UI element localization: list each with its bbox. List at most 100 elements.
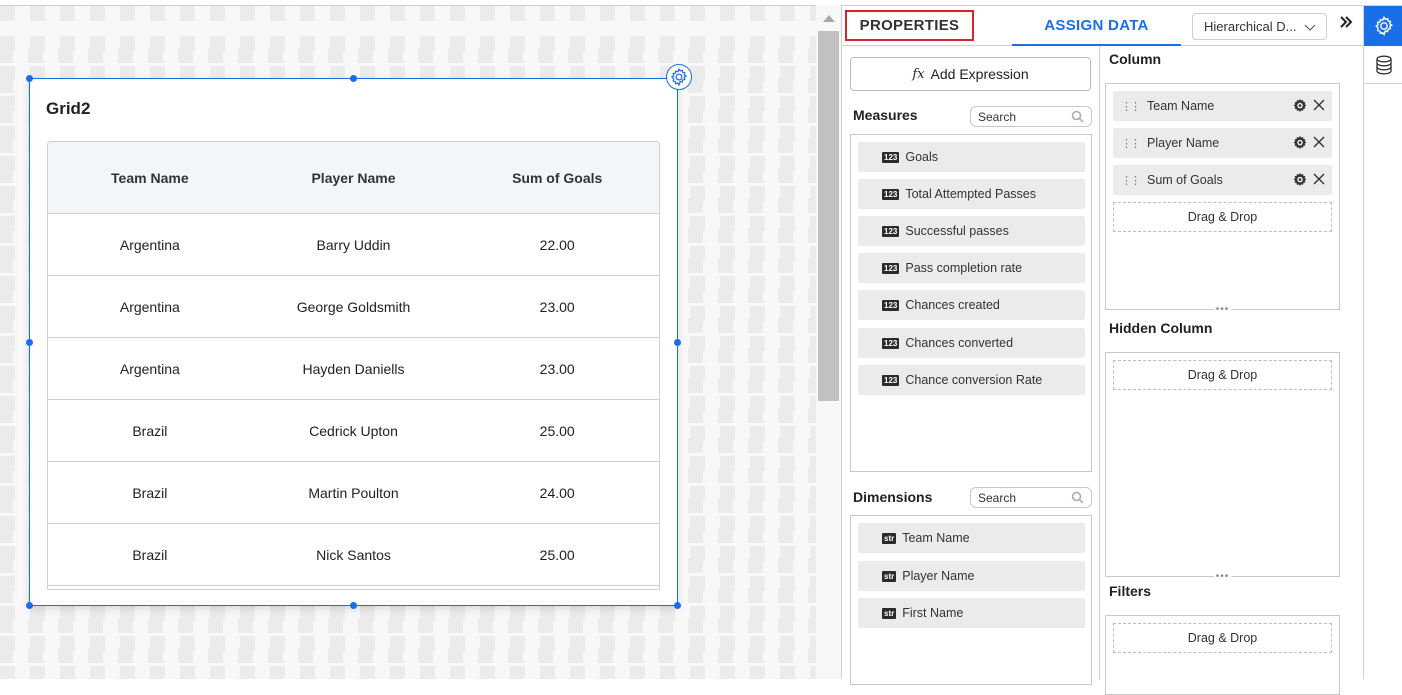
numeric-type-icon: 123: [882, 374, 900, 386]
canvas-grid-tile: [0, 318, 13, 333]
filters-drop-area[interactable]: Drag & Drop: [1105, 615, 1340, 695]
measure-item[interactable]: 123 Successful passes: [858, 216, 1085, 246]
canvas-grid-tile: [748, 348, 763, 363]
resize-handle-icon[interactable]: •••: [1213, 305, 1232, 315]
table-row[interactable]: Argentina George Goldsmith 23.00: [48, 276, 659, 338]
canvas-grid-tile: [88, 648, 103, 663]
canvas-grid-tile: [718, 588, 733, 603]
column-drop-area[interactable]: ⋮⋮ Team Name ⋮⋮ Player Name ⋮⋮ Sum of Go…: [1105, 83, 1340, 315]
resize-handle-top[interactable]: [350, 75, 357, 82]
cell-player: Cedrick Upton: [309, 422, 398, 439]
numeric-type-icon: 123: [882, 262, 900, 274]
measures-search-input[interactable]: Search: [970, 106, 1092, 127]
canvas-grid-tile: [778, 528, 793, 543]
resize-handle-icon[interactable]: •••: [1213, 572, 1232, 582]
canvas-grid-tile: [0, 198, 13, 213]
search-icon: [1071, 491, 1084, 504]
canvas-grid-tile: [718, 258, 733, 273]
column-drag-drop-zone[interactable]: Drag & Drop: [1113, 202, 1332, 232]
expand-panel-button[interactable]: [1339, 15, 1353, 34]
widget-settings-gear-icon[interactable]: [666, 64, 692, 90]
canvas-grid-tile: [688, 438, 703, 453]
data-source-tool-button[interactable]: [1364, 46, 1402, 84]
resize-handle-bottom-left[interactable]: [26, 602, 33, 609]
hidden-column-drag-drop-zone[interactable]: Drag & Drop: [1113, 360, 1332, 390]
resize-handle-top-left[interactable]: [26, 75, 33, 82]
canvas-grid-tile: [808, 318, 816, 333]
resize-handle-left[interactable]: [26, 339, 33, 346]
canvas-grid-tile: [748, 228, 763, 243]
column-settings-gear-icon[interactable]: [1292, 172, 1308, 188]
canvas-scrollbar[interactable]: [816, 5, 841, 679]
measure-item[interactable]: 123 Chance conversion Rate: [858, 365, 1085, 395]
measure-item[interactable]: 123 Chances created: [858, 290, 1085, 320]
canvas-grid-tile: [388, 618, 403, 633]
resize-handle-bottom-right[interactable]: [674, 602, 681, 609]
table-row[interactable]: Brazil Nick Santos 25.00: [48, 524, 659, 586]
canvas-grid-tile: [88, 618, 103, 633]
table-row[interactable]: Brazil Cedrick Upton 25.00: [48, 400, 659, 462]
scrollbar-thumb[interactable]: [818, 31, 839, 401]
measure-item[interactable]: 123 Pass completion rate: [858, 253, 1085, 283]
filters-drag-drop-zone[interactable]: Drag & Drop: [1113, 623, 1332, 653]
table-row[interactable]: Brazil Martin Poulton 24.00: [48, 462, 659, 524]
dimension-item[interactable]: str First Name: [858, 598, 1085, 628]
resize-handle-right[interactable]: [674, 339, 681, 346]
canvas-grid-tile: [538, 648, 553, 663]
canvas-grid-tile: [808, 228, 816, 243]
column-header[interactable]: Sum of Goals: [455, 142, 659, 213]
drag-grip-icon[interactable]: ⋮⋮: [1121, 137, 1141, 150]
add-expression-button[interactable]: fx Add Expression: [850, 57, 1091, 91]
measure-item[interactable]: 123 Goals: [858, 142, 1085, 172]
settings-tool-button[interactable]: [1364, 6, 1402, 46]
canvas-grid-tile: [778, 198, 793, 213]
canvas-grid-tile: [208, 48, 223, 63]
datasource-select[interactable]: Hierarchical D...: [1192, 13, 1327, 40]
scroll-up-arrow-icon[interactable]: [823, 15, 835, 22]
assigned-column-label: Sum of Goals: [1147, 173, 1223, 187]
column-header[interactable]: Team Name: [48, 142, 252, 213]
hidden-column-section-title: Hidden Column: [1109, 320, 1213, 336]
column-header[interactable]: Player Name: [252, 142, 456, 213]
canvas-grid-tile: [0, 48, 13, 63]
measure-item[interactable]: 123 Total Attempted Passes: [858, 179, 1085, 209]
cell-goals: 24.00: [539, 484, 575, 501]
canvas-grid-tile: [148, 48, 163, 63]
cell-team: Argentina: [119, 236, 180, 253]
canvas-grid-tile: [628, 48, 643, 63]
measure-label: Chances converted: [905, 336, 1014, 350]
tab-properties[interactable]: PROPERTIES: [845, 10, 974, 41]
table-row[interactable]: Argentina Hayden Daniells 23.00: [48, 338, 659, 400]
hidden-column-drop-area[interactable]: Drag & Drop •••: [1105, 352, 1340, 582]
drag-grip-icon[interactable]: ⋮⋮: [1121, 174, 1141, 187]
tab-assign-data[interactable]: ASSIGN DATA: [1012, 6, 1181, 46]
assigned-column-item[interactable]: ⋮⋮ Player Name: [1113, 128, 1332, 158]
table-row[interactable]: Argentina Barry Uddin 22.00: [48, 214, 659, 276]
canvas-grid-tile: [718, 78, 733, 93]
remove-column-close-icon[interactable]: [1312, 172, 1326, 186]
dimensions-search-input[interactable]: Search: [970, 487, 1092, 508]
canvas-grid-tile: [748, 48, 763, 63]
resize-handle-bottom[interactable]: [350, 602, 357, 609]
drag-grip-icon[interactable]: ⋮⋮: [1121, 100, 1141, 113]
dimension-item[interactable]: str Team Name: [858, 523, 1085, 553]
canvas-grid-tile: [748, 648, 763, 663]
canvas-grid-tile: [748, 198, 763, 213]
canvas-grid-tile: [418, 648, 433, 663]
assigned-column-item[interactable]: ⋮⋮ Team Name: [1113, 91, 1332, 121]
dimension-item[interactable]: str Player Name: [858, 561, 1085, 591]
canvas-grid-tile: [718, 198, 733, 213]
canvas-grid-tile: [238, 48, 253, 63]
canvas-grid-tile: [778, 318, 793, 333]
canvas-grid-tile: [28, 48, 43, 63]
canvas-grid-tile: [808, 78, 816, 93]
measure-item[interactable]: 123 Chances converted: [858, 328, 1085, 358]
canvas-grid-tile: [388, 648, 403, 663]
remove-column-close-icon[interactable]: [1312, 135, 1326, 149]
column-settings-gear-icon[interactable]: [1292, 98, 1308, 114]
column-settings-gear-icon[interactable]: [1292, 135, 1308, 151]
remove-column-close-icon[interactable]: [1312, 98, 1326, 112]
assigned-column-item[interactable]: ⋮⋮ Sum of Goals: [1113, 165, 1332, 195]
grid-widget[interactable]: Grid2 Team Name Player Name Sum of Goals…: [26, 64, 692, 609]
canvas-grid-tile: [688, 258, 703, 273]
